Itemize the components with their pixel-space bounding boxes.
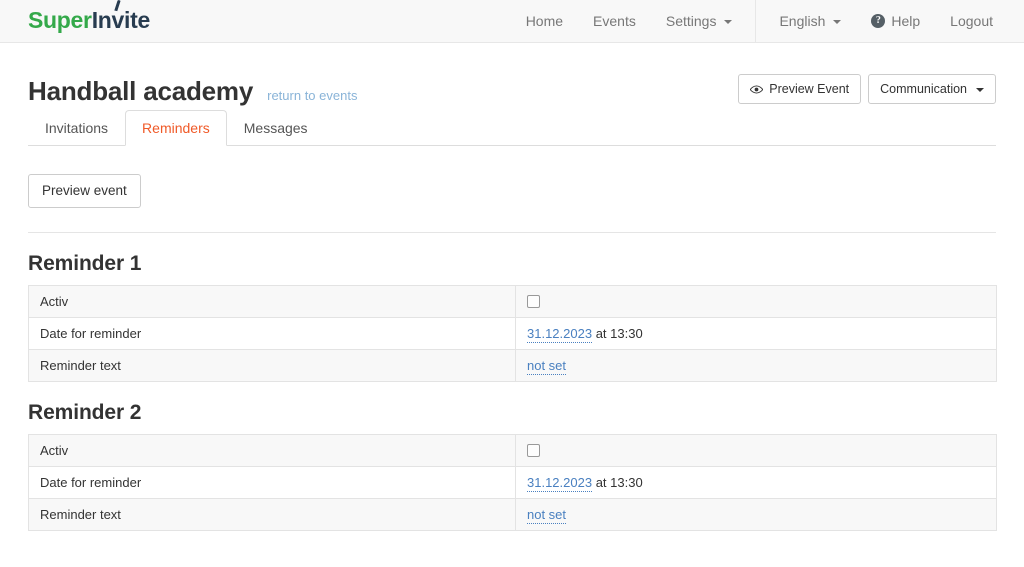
tab-invitations[interactable]: Invitations [28,110,125,146]
row-label-activ: Activ [28,434,516,467]
reminder-2-section: Reminder 2 Activ Date for reminder 31.12… [28,401,997,531]
brand-text-ite: ite [124,6,150,33]
reminder-time-text: at 13:30 [592,475,643,490]
nav-secondary-group: English ? Help Logout [764,0,1008,43]
reminder-1-section: Reminder 1 Activ Date for reminder 31.12… [28,252,997,382]
communication-label: Communication [880,82,967,96]
preview-event-header-label: Preview Event [769,82,850,96]
nav-item-help-label: Help [891,12,921,29]
nav-item-settings[interactable]: Settings [651,0,748,43]
row-label-date: Date for reminder [28,466,516,499]
row-label-date: Date for reminder [28,317,516,350]
nav-item-home[interactable]: Home [511,0,578,43]
nav-item-logout[interactable]: Logout [935,0,1008,43]
reminder-1-title: Reminder 1 [28,252,142,275]
nav-item-events-label: Events [593,12,636,29]
row-value-activ [515,434,997,467]
row-label-activ: Activ [28,285,516,318]
navbar-right: Home Events Settings English ? Help Logo… [511,0,1024,43]
chevron-down-icon [724,20,733,24]
table-row: Activ [28,434,997,467]
nav-item-language-label: English [779,12,826,29]
brand-logo[interactable]: SuperInvite [28,6,150,33]
nav-item-language[interactable]: English [764,0,856,43]
table-row: Reminder text not set [28,349,997,382]
tab-bar: Invitations Reminders Messages [28,110,996,146]
nav-item-home-label: Home [525,12,564,29]
row-value-activ [515,285,997,318]
preview-event-button[interactable]: Preview event [28,174,141,208]
brand-letter-v: v [111,6,125,33]
reminder-2-table: Activ Date for reminder 31.12.2023 at 13… [28,434,997,531]
row-label-text: Reminder text [28,349,516,382]
row-value-date: 31.12.2023 at 13:30 [515,466,997,499]
activ-checkbox[interactable] [527,444,540,458]
table-row: Activ [28,285,997,318]
row-label-text: Reminder text [28,498,516,531]
reminder-text-link[interactable]: not set [527,507,567,524]
row-value-text: not set [515,498,997,531]
communication-dropdown-button[interactable]: Communication [868,74,996,104]
nav-item-events[interactable]: Events [578,0,651,43]
table-row: Date for reminder 31.12.2023 at 13:30 [28,466,997,499]
toolbar-row: Preview event [28,174,996,233]
question-circle-icon: ? [871,14,886,28]
reminder-1-table: Activ Date for reminder 31.12.2023 at 13… [28,285,997,382]
page-container: Handball academy return to events Previe… [28,43,997,531]
reminder-date-link[interactable]: 31.12.2023 [527,475,593,492]
nav-item-settings-label: Settings [665,12,717,29]
brand-text-super: Super [28,6,92,33]
top-navbar: SuperInvite Home Events Settings English… [0,0,1024,43]
preview-event-header-button[interactable]: Preview Event [738,74,862,104]
row-value-date: 31.12.2023 at 13:30 [515,317,997,350]
nav-item-logout-label: Logout [950,12,993,29]
page-title: Handball academy [28,76,254,106]
nav-item-help[interactable]: ? Help [856,0,935,43]
brand-text-in: In [91,6,112,33]
table-row: Date for reminder 31.12.2023 at 13:30 [28,317,997,350]
header-action-buttons: Preview Event Communication [738,74,996,104]
chevron-down-icon [976,88,984,92]
tab-messages[interactable]: Messages [227,110,325,146]
reminder-time-text: at 13:30 [592,326,643,341]
tab-reminders[interactable]: Reminders [125,110,227,146]
eye-icon [750,84,764,94]
chevron-down-icon [833,20,842,24]
nav-primary-group: Home Events Settings [511,0,748,43]
reminder-text-link[interactable]: not set [527,358,567,375]
table-row: Reminder text not set [28,498,997,531]
reminder-2-title: Reminder 2 [28,401,142,424]
return-to-events-link[interactable]: return to events [267,88,357,103]
reminder-date-link[interactable]: 31.12.2023 [527,326,593,343]
activ-checkbox[interactable] [527,295,540,309]
row-value-text: not set [515,349,997,382]
navbar-divider [755,0,757,43]
